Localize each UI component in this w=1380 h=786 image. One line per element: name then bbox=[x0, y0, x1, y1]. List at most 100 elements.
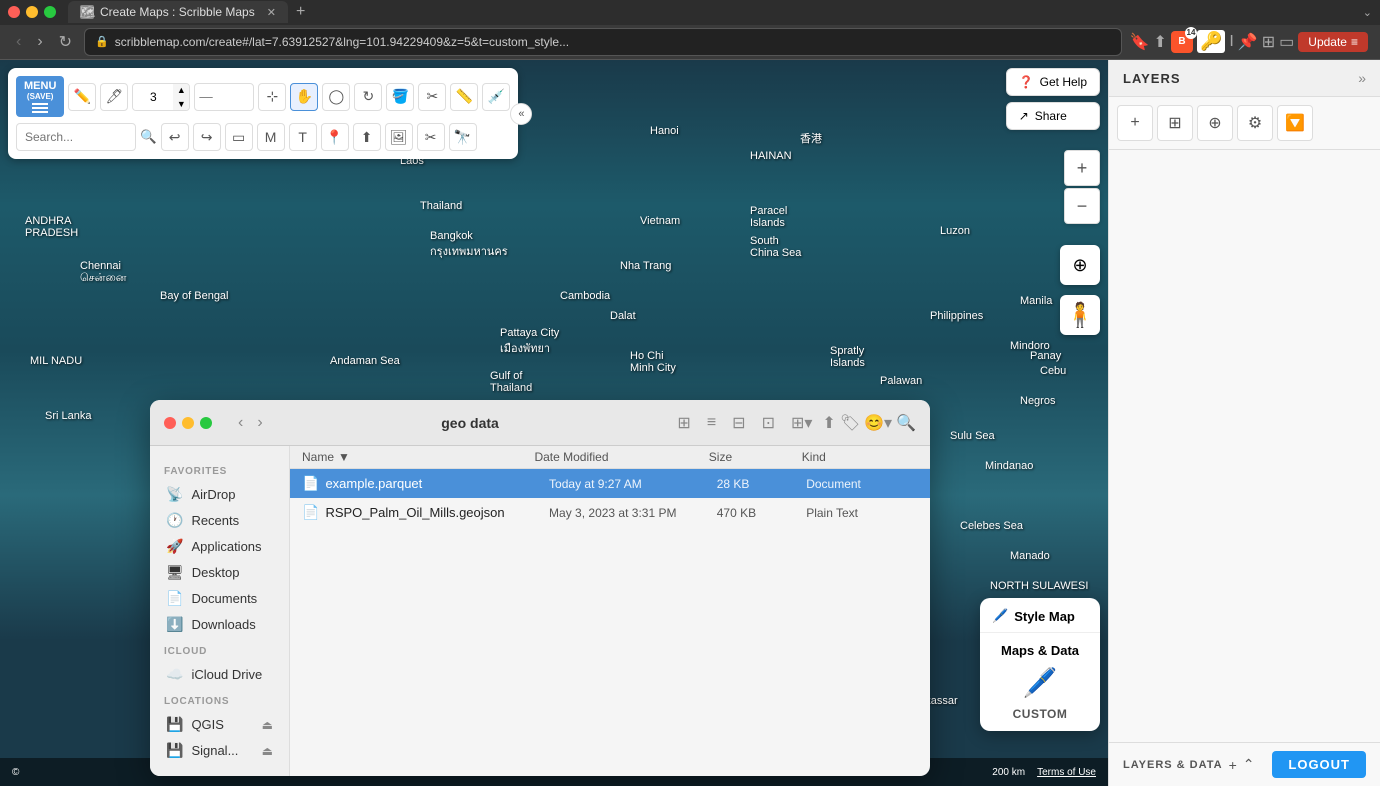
sidebar-item-recents[interactable]: 🕐 Recents bbox=[154, 508, 285, 533]
draw-circle-button[interactable]: ◯ bbox=[322, 83, 350, 111]
ruler-button[interactable]: 📏 bbox=[450, 83, 478, 111]
sidebar-item-icloud-drive[interactable]: ☁️ iCloud Drive bbox=[154, 662, 285, 687]
list-view-button[interactable]: ≡ bbox=[701, 412, 722, 434]
group-view-button[interactable]: ⊞▾ bbox=[785, 411, 818, 435]
name-column-header[interactable]: Name ▼ bbox=[302, 450, 534, 464]
sidebar-item-downloads[interactable]: ⬇️ Downloads bbox=[154, 612, 285, 637]
window-close-button[interactable] bbox=[8, 6, 20, 18]
number-up-button[interactable]: ▲ bbox=[173, 83, 189, 97]
file-row-example-parquet[interactable]: 📄 example.parquet Today at 9:27 AM 28 KB… bbox=[290, 469, 930, 498]
date-column-header[interactable]: Date Modified bbox=[534, 450, 708, 464]
draw-freehand-button[interactable]: ✏️ bbox=[68, 83, 96, 111]
column-view-button[interactable]: ⊟ bbox=[726, 411, 751, 435]
refresh-button[interactable]: ↻ bbox=[354, 83, 382, 111]
back-button[interactable]: ‹ bbox=[12, 29, 25, 55]
layers-expand-button[interactable]: » bbox=[1358, 70, 1366, 86]
new-tab-button[interactable]: + bbox=[296, 3, 305, 21]
import-button[interactable]: ⬆ bbox=[353, 123, 381, 151]
finder-action-button[interactable]: 😊▾ bbox=[864, 413, 892, 433]
sidebar-item-documents[interactable]: 📄 Documents bbox=[154, 586, 285, 611]
finder-share-button[interactable]: ⬆ bbox=[822, 413, 835, 433]
sidebar-item-qgis[interactable]: 💾 QGIS ⏏ bbox=[154, 712, 285, 737]
gallery-view-button[interactable]: ⊡ bbox=[756, 411, 781, 435]
crosshair-button[interactable]: ⊕ bbox=[1060, 245, 1100, 285]
add-layer-button[interactable]: + bbox=[1117, 105, 1153, 141]
rectangle-button[interactable]: ▭ bbox=[225, 123, 253, 151]
signal-eject-icon[interactable]: ⏏ bbox=[262, 744, 273, 758]
terms-label[interactable]: Terms of Use bbox=[1037, 767, 1096, 778]
address-bar[interactable]: 🔒 scribblemap.com/create#/lat=7.63912527… bbox=[84, 28, 1122, 56]
image-button[interactable]: 🖼 bbox=[385, 123, 413, 151]
file-row-rspo-geojson[interactable]: 📄 RSPO_Palm_Oil_Mills.geojson May 3, 202… bbox=[290, 498, 930, 527]
collapse-toolbar-button[interactable]: « bbox=[510, 103, 532, 125]
finder-back-button[interactable]: ‹ bbox=[232, 412, 249, 434]
window-minimize-button[interactable] bbox=[26, 6, 38, 18]
icon-view-button[interactable]: ⊞ bbox=[671, 411, 696, 435]
window-maximize-button[interactable] bbox=[44, 6, 56, 18]
line-style-input[interactable] bbox=[194, 83, 254, 111]
applications-label: Applications bbox=[191, 539, 261, 554]
pin-icon[interactable]: 📌 bbox=[1238, 32, 1258, 52]
sidebar-item-signal[interactable]: 💾 Signal... ⏏ bbox=[154, 738, 285, 763]
active-tab[interactable]: 🗺 Create Maps : Scribble Maps ✕ bbox=[68, 1, 288, 23]
forward-button[interactable]: › bbox=[33, 29, 46, 55]
finder-maximize-button[interactable] bbox=[200, 417, 212, 429]
sidebar-item-desktop[interactable]: 🖥 Desktop bbox=[154, 560, 285, 585]
size-column-header[interactable]: Size bbox=[709, 450, 802, 464]
get-help-button[interactable]: ❓ Get Help bbox=[1006, 68, 1100, 96]
finder-forward-button[interactable]: › bbox=[251, 412, 268, 434]
draw-line-button[interactable]: 🖊 bbox=[100, 83, 128, 111]
maps-data-label: Maps & Data bbox=[1001, 643, 1079, 658]
text-button[interactable]: T bbox=[289, 123, 317, 151]
sidebar-item-airdrop[interactable]: 📡 AirDrop bbox=[154, 482, 285, 507]
search-button[interactable]: 🔍 bbox=[140, 129, 157, 145]
qgis-eject-icon[interactable]: ⏏ bbox=[262, 718, 273, 732]
update-button[interactable]: Update ≡ bbox=[1298, 32, 1368, 52]
number-down-button[interactable]: ▼ bbox=[173, 97, 189, 111]
tab-close-icon[interactable]: ✕ bbox=[267, 6, 276, 19]
finder-minimize-button[interactable] bbox=[182, 417, 194, 429]
logout-button[interactable]: LOGOUT bbox=[1272, 751, 1366, 778]
redo-button[interactable]: ↪ bbox=[193, 123, 221, 151]
menu-button[interactable]: MENU (SAVE) bbox=[16, 76, 64, 117]
share-button[interactable]: ↗ Share bbox=[1006, 102, 1100, 130]
settings-button[interactable]: ⚙ bbox=[1237, 105, 1273, 141]
reload-button[interactable]: ↻ bbox=[55, 28, 76, 56]
ext-icon[interactable]: ⊞ bbox=[1262, 32, 1275, 52]
eyedropper-button[interactable]: 💉 bbox=[482, 83, 510, 111]
add-data-layer-button[interactable]: ⊕ bbox=[1197, 105, 1233, 141]
pin-button[interactable]: 📍 bbox=[321, 123, 349, 151]
scissors-button[interactable]: ✂ bbox=[417, 123, 445, 151]
undo-button[interactable]: ↩ bbox=[161, 123, 189, 151]
cut-button[interactable]: ✂ bbox=[418, 83, 446, 111]
color-picker-button[interactable]: 🔭 bbox=[449, 123, 477, 151]
sidebar-toggle-icon[interactable]: ▭ bbox=[1279, 32, 1294, 52]
style-map-popup[interactable]: 🖊️ Style Map Maps & Data 🖊️ CUSTOM bbox=[980, 598, 1100, 731]
map-label-mindoro: Mindoro bbox=[1010, 340, 1050, 352]
map-search-input[interactable] bbox=[16, 123, 136, 151]
layers-add-button[interactable]: + bbox=[1229, 757, 1237, 773]
style-map-title: Style Map bbox=[1014, 609, 1075, 624]
brave-icon[interactable]: B 14 bbox=[1171, 31, 1193, 53]
url-text: scribblemap.com/create#/lat=7.63912527&l… bbox=[115, 35, 1111, 49]
bookmark-icon[interactable]: 🔖 bbox=[1130, 32, 1150, 52]
bitwarden-icon[interactable]: 🔑 bbox=[1197, 30, 1225, 53]
share-icon[interactable]: ⬆ bbox=[1154, 32, 1167, 52]
finder-tag-button[interactable]: 🏷 bbox=[840, 413, 860, 433]
sidebar-item-applications[interactable]: 🚀 Applications bbox=[154, 534, 285, 559]
recents-icon: 🕐 bbox=[166, 512, 183, 529]
zoom-in-button[interactable]: + bbox=[1064, 150, 1100, 186]
zoom-out-button[interactable]: − bbox=[1064, 188, 1100, 224]
filter-button[interactable]: 🔽 bbox=[1277, 105, 1313, 141]
shape-button[interactable]: M bbox=[257, 123, 285, 151]
fill-button[interactable]: 🪣 bbox=[386, 83, 414, 111]
kind-column-header[interactable]: Kind bbox=[802, 450, 918, 464]
finder-search-button[interactable]: 🔍 bbox=[896, 413, 916, 433]
street-view-button[interactable]: 🧍 bbox=[1060, 295, 1100, 335]
node-edit-button[interactable]: ⊹ bbox=[258, 83, 286, 111]
finder-close-button[interactable] bbox=[164, 417, 176, 429]
pan-button[interactable]: ✋ bbox=[290, 83, 318, 111]
grid-view-button[interactable]: ⊞ bbox=[1157, 105, 1193, 141]
layers-data-expand-button[interactable]: ⌃ bbox=[1243, 756, 1255, 773]
line-width-input[interactable] bbox=[133, 83, 173, 111]
